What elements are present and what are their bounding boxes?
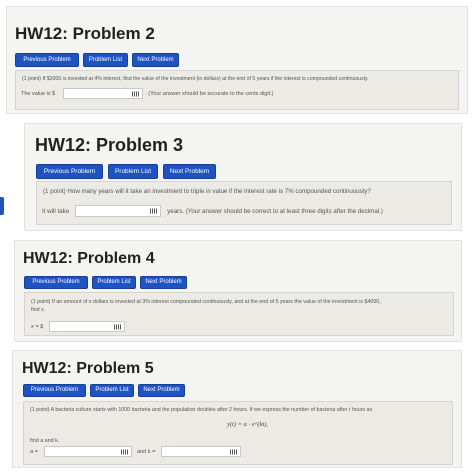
- side-tab[interactable]: [0, 197, 4, 215]
- problem-list-button[interactable]: Problem List: [83, 53, 128, 67]
- equation-editor-icon[interactable]: [114, 324, 122, 329]
- page-title: HW12: Problem 5: [22, 360, 154, 377]
- a-label: a =: [30, 448, 38, 455]
- answer-row: x = $: [31, 321, 126, 332]
- next-problem-button[interactable]: Next Problem: [132, 53, 179, 67]
- problem-nav: Previous Problem Problem List Next Probl…: [24, 276, 187, 289]
- question-box: (1 point) How many years will it take an…: [36, 181, 452, 225]
- page-title: HW12: Problem 2: [15, 24, 155, 43]
- find-text: find a and k.: [30, 438, 60, 444]
- next-problem-button[interactable]: Next Problem: [138, 384, 185, 397]
- problem-nav: Previous Problem Problem List Next Probl…: [15, 53, 179, 67]
- equation-editor-icon[interactable]: [120, 449, 128, 454]
- question-text-line-1: (1 point) If an amount of x dollars is i…: [31, 299, 381, 305]
- previous-problem-button[interactable]: Previous Problem: [15, 53, 79, 67]
- problem-4-panel: HW12: Problem 4 Previous Problem Problem…: [14, 240, 462, 342]
- next-problem-button[interactable]: Next Problem: [140, 276, 187, 289]
- answer-row: It will take years. (Your answer should …: [42, 205, 383, 217]
- problem-list-button[interactable]: Problem List: [108, 164, 158, 179]
- page-title: HW12: Problem 4: [23, 250, 155, 267]
- problem-2-panel: HW12: Problem 2 Previous Problem Problem…: [6, 6, 468, 114]
- k-input[interactable]: [161, 446, 242, 457]
- question-text-line-2: find x.: [31, 307, 46, 313]
- problem-list-button[interactable]: Problem List: [92, 276, 136, 289]
- a-input[interactable]: [43, 446, 132, 457]
- previous-problem-button[interactable]: Previous Problem: [23, 384, 86, 397]
- answer-input[interactable]: [49, 321, 126, 332]
- question-text: (1 point) How many years will it take an…: [43, 188, 371, 195]
- answer-row: The value is $ . (Your answer should be …: [21, 88, 273, 99]
- equation-editor-icon[interactable]: [132, 91, 140, 96]
- answer-row: a = and k =: [30, 446, 242, 457]
- answer-prefix: It will take: [42, 207, 70, 215]
- answer-input[interactable]: [75, 205, 162, 217]
- growth-equation: y(t) = a · e^(kt),: [227, 421, 269, 428]
- problem-list-button[interactable]: Problem List: [90, 384, 134, 397]
- equation-editor-icon[interactable]: [230, 449, 238, 454]
- answer-prefix: x = $: [31, 323, 44, 330]
- answer-suffix: years. (Your answer should be correct to…: [167, 207, 383, 215]
- problem-nav: Previous Problem Problem List Next Probl…: [36, 164, 216, 179]
- equation-editor-icon[interactable]: [150, 208, 158, 214]
- answer-input[interactable]: [63, 88, 144, 99]
- previous-problem-button[interactable]: Previous Problem: [36, 164, 103, 179]
- previous-problem-button[interactable]: Previous Problem: [24, 276, 88, 289]
- answer-suffix: . (Your answer should be accurate to the…: [145, 90, 274, 97]
- question-text: (1 point) A bacteria culture starts with…: [30, 407, 373, 413]
- next-problem-button[interactable]: Next Problem: [163, 164, 216, 179]
- problem-5-panel: HW12: Problem 5 Previous Problem Problem…: [12, 350, 462, 468]
- page-title: HW12: Problem 3: [35, 135, 184, 155]
- problem-nav: Previous Problem Problem List Next Probl…: [23, 384, 185, 397]
- k-label: and k =: [136, 448, 156, 455]
- answer-prefix: The value is $: [21, 90, 56, 97]
- problem-3-panel: HW12: Problem 3 Previous Problem Problem…: [24, 123, 462, 231]
- question-text: (1 point) If $3000 is invested at 4% int…: [22, 76, 369, 82]
